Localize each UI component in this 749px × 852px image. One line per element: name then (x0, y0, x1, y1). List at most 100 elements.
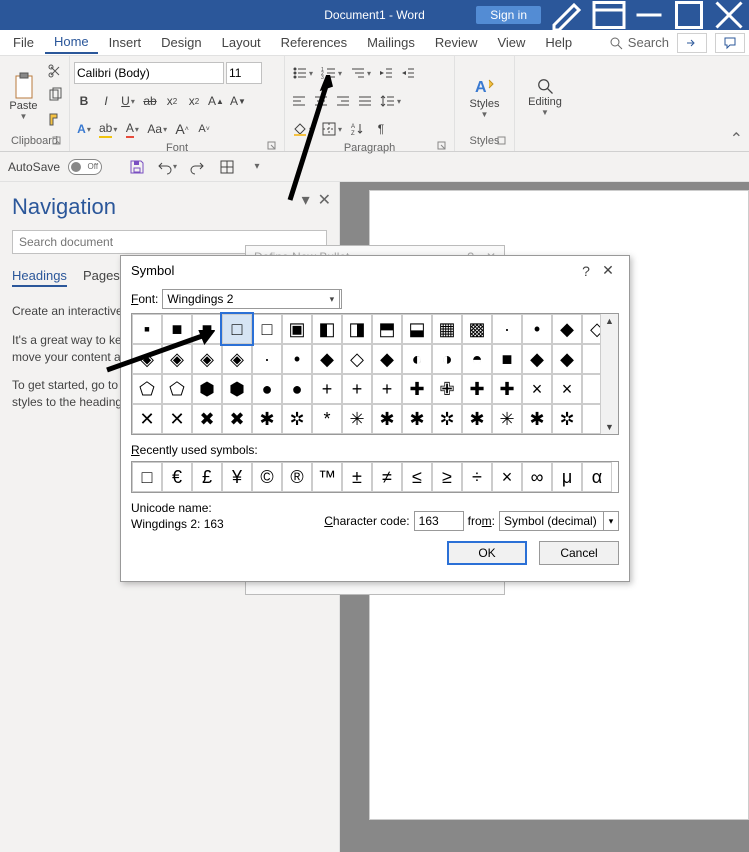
superscript-button[interactable]: x2 (184, 90, 204, 112)
from-combobox[interactable] (499, 511, 619, 531)
symbol-cell[interactable]: ◨ (342, 314, 372, 344)
multilevel-button[interactable]: ▾ (347, 62, 374, 84)
symbol-cell[interactable]: ✲ (552, 404, 582, 434)
collapse-ribbon-button[interactable]: ⌃ (730, 129, 743, 149)
menu-review[interactable]: Review (426, 32, 487, 53)
save-button[interactable] (126, 156, 148, 178)
symbol-cell[interactable]: ✱ (402, 404, 432, 434)
nav-tab-headings[interactable]: Headings (12, 268, 67, 287)
font-dialog-launcher[interactable] (266, 141, 278, 153)
recent-symbol-cell[interactable]: ¥ (222, 462, 252, 492)
font-combobox[interactable] (162, 289, 342, 309)
increase-indent-button[interactable] (398, 62, 418, 84)
symbol-cell[interactable]: ◆ (372, 344, 402, 374)
recent-symbol-cell[interactable]: □ (132, 462, 162, 492)
character-code-input[interactable] (414, 511, 464, 531)
shrink-font-button[interactable]: A▼ (228, 90, 248, 112)
comments-button[interactable] (715, 33, 745, 53)
justify-button[interactable] (355, 90, 375, 112)
symbol-cell[interactable]: ⬓ (402, 314, 432, 344)
recent-symbol-cell[interactable]: ≥ (432, 462, 462, 492)
font-color-button[interactable]: A▾ (122, 118, 142, 140)
share-button[interactable] (677, 33, 707, 53)
menu-layout[interactable]: Layout (213, 32, 270, 53)
symbol-cell[interactable]: • (282, 344, 312, 374)
symbol-cell[interactable]: · (252, 344, 282, 374)
sort-button[interactable]: AZ (347, 118, 369, 140)
symbol-cell[interactable]: ✖ (222, 404, 252, 434)
symbol-cell[interactable]: × (552, 374, 582, 404)
pen-icon[interactable] (549, 0, 589, 30)
symbol-cell[interactable]: ✕ (132, 404, 162, 434)
autosave-toggle[interactable]: Off (68, 159, 102, 175)
recent-symbol-cell[interactable]: ≠ (372, 462, 402, 492)
format-painter-button[interactable] (45, 108, 65, 130)
symbol-cell[interactable]: • (522, 314, 552, 344)
symbol-cell[interactable]: ✕ (162, 404, 192, 434)
symbol-cell[interactable]: ✚ (492, 374, 522, 404)
menu-home[interactable]: Home (45, 31, 98, 54)
symbol-cell[interactable]: ✱ (372, 404, 402, 434)
symbol-cell[interactable]: ✱ (522, 404, 552, 434)
recent-symbol-cell[interactable]: α (582, 462, 612, 492)
recent-symbol-cell[interactable]: μ (552, 462, 582, 492)
symbol-cell[interactable]: ● (252, 374, 282, 404)
underline-button[interactable]: U▾ (118, 90, 138, 112)
symbol-cell[interactable]: ◧ (312, 314, 342, 344)
symbol-cell[interactable]: + (312, 374, 342, 404)
symbol-cell[interactable]: ▣ (282, 314, 312, 344)
symbol-cell[interactable]: ▦ (432, 314, 462, 344)
symbol-cell[interactable]: ◆ (312, 344, 342, 374)
font-size-select[interactable] (226, 62, 262, 84)
line-spacing-button[interactable]: ▾ (377, 90, 404, 112)
strikethrough-button[interactable]: ab (140, 90, 160, 112)
symbol-cell[interactable]: ✳ (342, 404, 372, 434)
symbol-cell[interactable]: ◓ (462, 344, 492, 374)
symbol-cell[interactable]: ■ (492, 344, 522, 374)
paste-button[interactable]: Paste ▼ (4, 60, 43, 133)
symbol-cell[interactable]: ◆ (552, 314, 582, 344)
symbol-cell[interactable]: ◇ (342, 344, 372, 374)
maximize-icon[interactable] (669, 0, 709, 30)
symbol-cell[interactable]: ✖ (192, 404, 222, 434)
menu-insert[interactable]: Insert (100, 32, 151, 53)
recent-symbol-cell[interactable]: ® (282, 462, 312, 492)
font-combobox-dropdown[interactable]: ▾ (324, 289, 340, 309)
ok-button[interactable]: OK (447, 541, 527, 565)
from-combobox-dropdown[interactable]: ▾ (603, 511, 619, 531)
grow-font2-button[interactable]: A˄ (172, 118, 192, 140)
symbol-cell[interactable]: ◑ (432, 344, 462, 374)
recent-symbol-cell[interactable]: € (162, 462, 192, 492)
recent-symbol-cell[interactable]: ÷ (462, 462, 492, 492)
symbol-cell[interactable]: ✙ (432, 374, 462, 404)
styles-button[interactable]: A Styles ▼ (465, 70, 505, 123)
symbol-cell[interactable]: ⬢ (222, 374, 252, 404)
menu-design[interactable]: Design (152, 32, 210, 53)
italic-button[interactable]: I (96, 90, 116, 112)
font-name-select[interactable] (74, 62, 224, 84)
scroll-down-icon[interactable]: ▼ (605, 422, 614, 432)
show-marks-button[interactable]: ¶ (371, 118, 391, 140)
highlight-button[interactable]: ab▾ (96, 118, 120, 140)
qat-customize-button[interactable]: ▾ (246, 156, 268, 178)
close-icon[interactable] (709, 0, 749, 30)
recent-symbol-cell[interactable]: ± (342, 462, 372, 492)
cut-button[interactable] (45, 60, 65, 82)
dialog-titlebar[interactable]: Symbol ? ✕ (121, 256, 629, 285)
editing-button[interactable]: Editing ▼ (525, 72, 565, 121)
symbol-cell[interactable]: ✱ (252, 404, 282, 434)
dialog-close-button[interactable]: ✕ (597, 262, 619, 279)
recent-symbol-cell[interactable]: ≤ (402, 462, 432, 492)
dialog-help-button[interactable]: ? (575, 263, 597, 279)
recent-symbol-cell[interactable]: ∞ (522, 462, 552, 492)
symbol-cell[interactable]: □ (252, 314, 282, 344)
symbol-cell[interactable]: ▩ (462, 314, 492, 344)
recent-symbol-cell[interactable]: © (252, 462, 282, 492)
recent-symbol-cell[interactable]: × (492, 462, 522, 492)
symbol-cell[interactable]: □ (222, 314, 252, 344)
symbol-cell[interactable]: ✱ (462, 404, 492, 434)
nav-tab-pages[interactable]: Pages (83, 268, 120, 287)
change-case-button[interactable]: Aa▾ (144, 118, 170, 140)
styles-dialog-launcher[interactable] (496, 136, 508, 148)
subscript-button[interactable]: x2 (162, 90, 182, 112)
